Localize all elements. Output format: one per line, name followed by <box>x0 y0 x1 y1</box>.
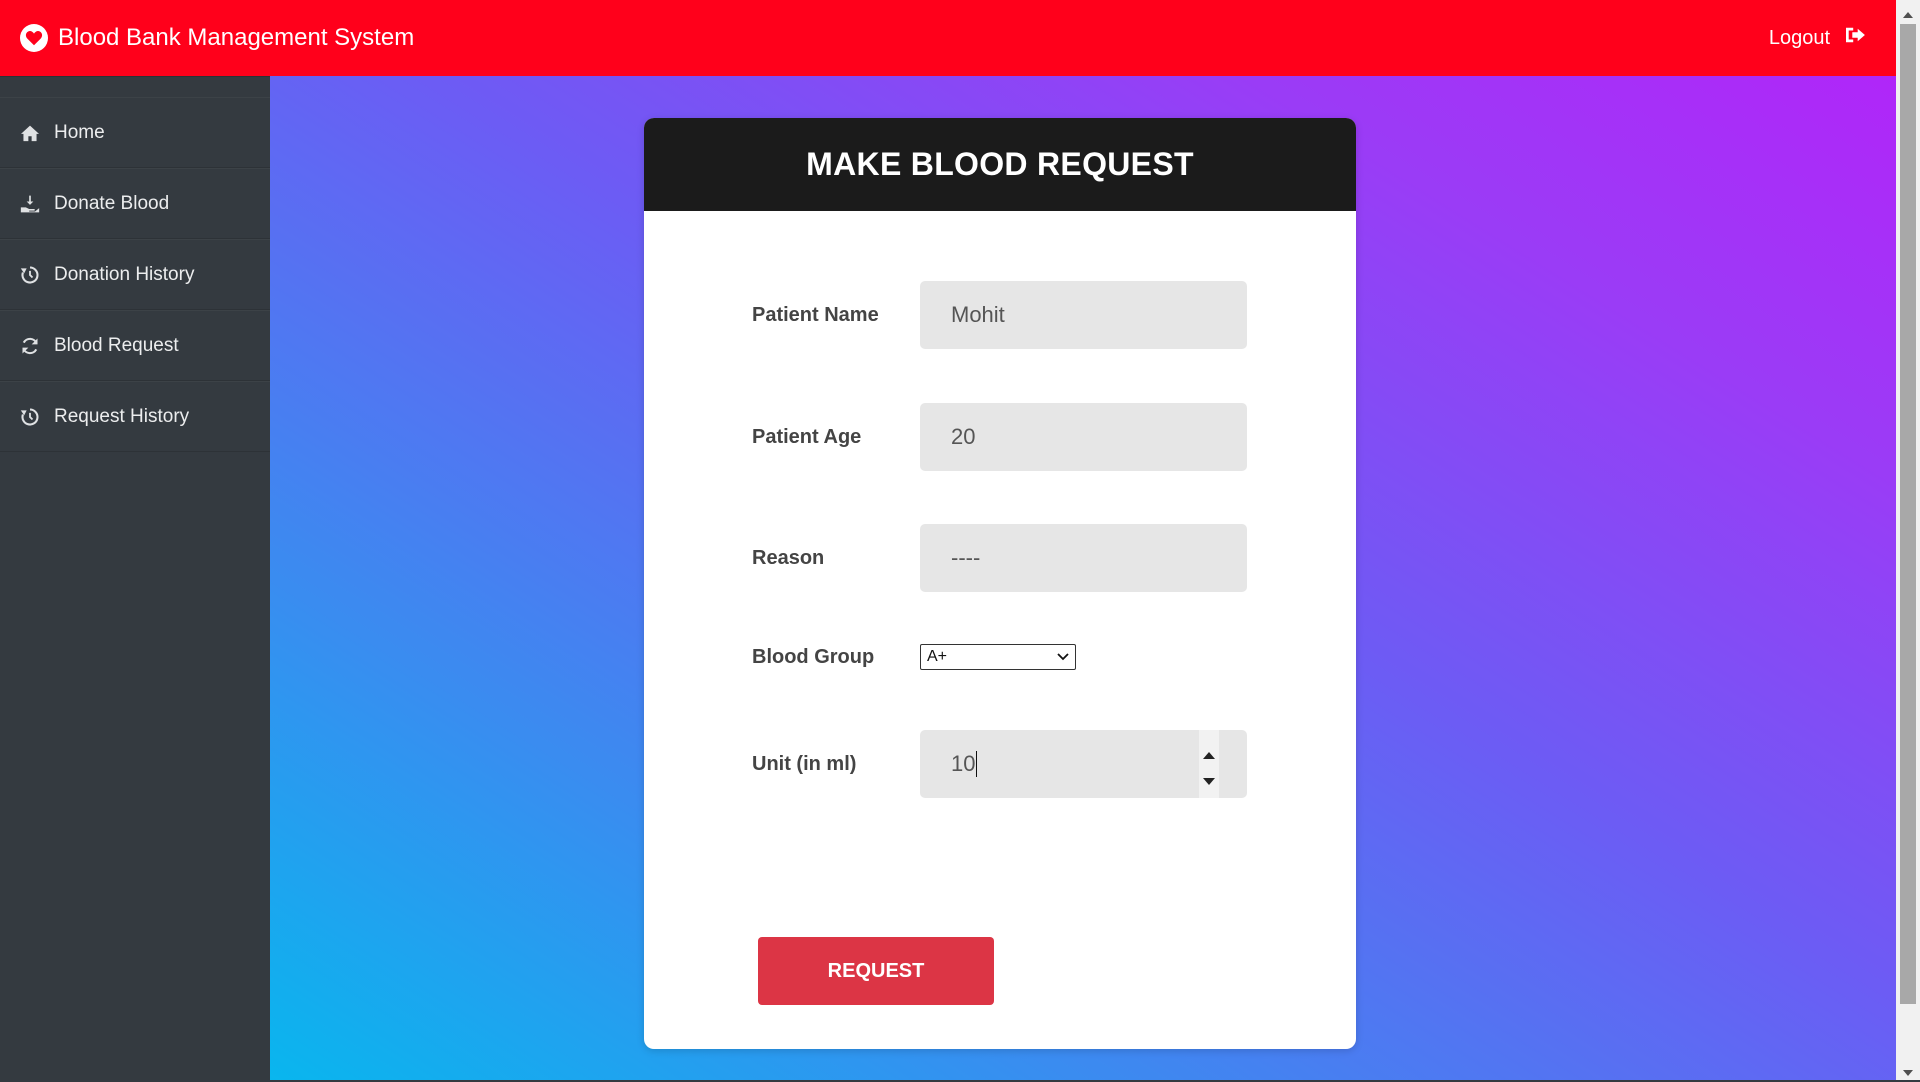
sign-out-icon <box>1844 26 1866 50</box>
blood-group-row: Blood Group A+ <box>752 644 1076 670</box>
text-cursor <box>976 751 978 777</box>
request-form-card: MAKE BLOOD REQUEST Patient Name Mohit Pa… <box>644 118 1356 1049</box>
patient-age-input[interactable]: 20 <box>920 403 1247 471</box>
hand-holding-icon <box>20 194 40 214</box>
patient-name-label: Patient Name <box>752 303 879 326</box>
sidebar-item-request-history[interactable]: Request History <box>0 381 270 452</box>
sidebar-item-home[interactable]: Home <box>0 97 270 168</box>
main-content: MAKE BLOOD REQUEST Patient Name Mohit Pa… <box>270 76 1896 1080</box>
reason-input[interactable]: ---- <box>920 524 1247 592</box>
spin-up-icon[interactable] <box>1202 740 1216 766</box>
unit-input[interactable]: 10 <box>920 730 1247 798</box>
top-navbar: Blood Bank Management System Logout <box>0 0 1896 76</box>
blood-group-select[interactable]: A+ <box>920 644 1076 670</box>
blood-group-value: A+ <box>927 648 948 665</box>
request-button[interactable]: REQUEST <box>758 937 994 1005</box>
sidebar-item-donate-blood[interactable]: Donate Blood <box>0 168 270 239</box>
blood-group-label: Blood Group <box>752 645 875 668</box>
sidebar-item-label: Home <box>54 121 105 143</box>
sidebar-item-donation-history[interactable]: Donation History <box>0 239 270 310</box>
sidebar-item-label: Request History <box>54 405 190 427</box>
sidebar-item-label: Blood Request <box>54 334 179 356</box>
unit-label: Unit (in ml) <box>752 752 857 775</box>
form-heading: MAKE BLOOD REQUEST <box>644 118 1356 211</box>
scroll-down-icon[interactable] <box>1902 1064 1914 1082</box>
unit-spinner[interactable] <box>1199 730 1219 798</box>
sidebar-item-label: Donate Blood <box>54 192 170 214</box>
brand[interactable]: Blood Bank Management System <box>20 24 414 52</box>
reason-row: Reason ---- <box>752 524 1247 592</box>
sidebar: Home Donate Blood Donation History Blood… <box>0 76 270 1080</box>
patient-age-row: Patient Age 20 <box>752 403 1247 471</box>
history-icon <box>20 407 40 427</box>
reason-label: Reason <box>752 546 825 569</box>
patient-name-row: Patient Name Mohit <box>752 281 1247 349</box>
scroll-up-icon[interactable] <box>1902 6 1914 24</box>
patient-age-label: Patient Age <box>752 425 862 448</box>
logout-label: Logout <box>1768 26 1830 49</box>
patient-name-input[interactable]: Mohit <box>920 281 1247 349</box>
sidebar-item-blood-request[interactable]: Blood Request <box>0 310 270 381</box>
scroll-thumb[interactable] <box>1900 24 1916 1004</box>
app-title: Blood Bank Management System <box>58 24 415 51</box>
unit-value: 10 <box>951 751 976 776</box>
logout-button[interactable]: Logout <box>1769 26 1866 50</box>
heart-icon <box>20 24 48 52</box>
spin-down-icon[interactable] <box>1202 766 1216 792</box>
chevron-down-icon <box>1057 648 1069 666</box>
unit-row: Unit (in ml) 10 <box>752 730 1247 798</box>
sidebar-item-label: Donation History <box>54 263 195 285</box>
home-icon <box>20 123 40 143</box>
page-scrollbar[interactable] <box>1896 0 1920 1080</box>
refresh-icon <box>20 336 40 356</box>
history-icon <box>20 265 40 285</box>
